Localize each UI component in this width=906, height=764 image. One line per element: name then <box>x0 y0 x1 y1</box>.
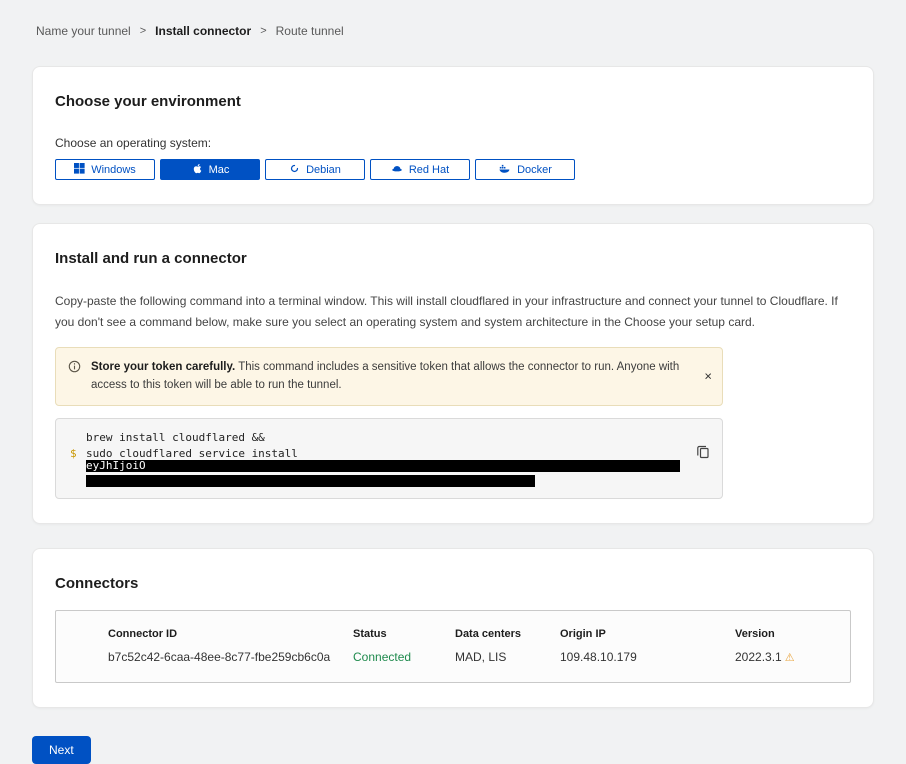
origin-ip-value: 109.48.10.179 <box>560 650 735 664</box>
header-status: Status <box>353 628 455 640</box>
redacted-token-bar: eyJhIjoiO <box>86 460 680 472</box>
connectors-title: Connectors <box>55 575 851 592</box>
redhat-icon <box>391 163 403 177</box>
redacted-token-bar <box>86 475 535 487</box>
page: Name your tunnel > Install connector > R… <box>0 0 906 764</box>
breadcrumb-separator: > <box>140 25 146 37</box>
header-origin-ip: Origin IP <box>560 628 735 640</box>
os-button-redhat[interactable]: Red Hat <box>370 159 470 180</box>
os-select-label: Choose an operating system: <box>55 136 851 150</box>
token-prefix: eyJhIjoiO <box>86 460 146 472</box>
token-warning-text: Store your token carefully. This command… <box>91 358 688 395</box>
table-row: b7c52c42-6caa-48ee-8c77-fbe259cb6c0a Con… <box>108 650 830 664</box>
warning-icon: ⚠ <box>785 652 795 664</box>
apple-icon <box>191 162 203 178</box>
copy-icon[interactable] <box>696 445 710 462</box>
os-button-debian[interactable]: Debian <box>265 159 365 180</box>
terminal-command-block: brew install cloudflared && $ sudo cloudf… <box>55 418 723 499</box>
data-centers-value: MAD, LIS <box>455 650 560 664</box>
connectors-table-header: Connector ID Status Data centers Origin … <box>108 628 830 640</box>
info-icon <box>68 360 81 395</box>
close-icon[interactable]: × <box>704 370 712 383</box>
token-line-2 <box>70 474 682 487</box>
os-button-row: Windows Mac Debian Red Hat <box>55 159 851 180</box>
connector-id-value: b7c52c42-6caa-48ee-8c77-fbe259cb6c0a <box>108 650 353 664</box>
install-connector-title: Install and run a connector <box>55 250 851 267</box>
os-button-mac[interactable]: Mac <box>160 159 260 180</box>
windows-icon <box>74 163 85 177</box>
command-line-2-text: sudo cloudflared service install <box>86 447 298 460</box>
breadcrumb-step-route-tunnel[interactable]: Route tunnel <box>276 24 344 38</box>
os-button-label: Docker <box>517 164 552 176</box>
token-warning-bold: Store your token carefully. <box>91 361 235 373</box>
install-instructions-text: Copy-paste the following command into a … <box>55 291 851 333</box>
breadcrumb-separator: > <box>260 25 266 37</box>
header-connector-id: Connector ID <box>108 628 353 640</box>
version-value: 2022.3.1⚠ <box>735 650 830 664</box>
os-button-label: Mac <box>209 164 230 176</box>
os-button-docker[interactable]: Docker <box>475 159 575 180</box>
terminal-prompt: $ <box>70 446 82 462</box>
token-warning-banner: Store your token carefully. This command… <box>55 347 723 406</box>
breadcrumb: Name your tunnel > Install connector > R… <box>32 0 874 38</box>
breadcrumb-step-install-connector[interactable]: Install connector <box>155 24 251 38</box>
command-line-1: brew install cloudflared && <box>70 430 682 446</box>
os-button-label: Red Hat <box>409 164 449 176</box>
docker-icon <box>498 163 511 177</box>
token-line-1: eyJhIjoiO <box>70 462 682 474</box>
status-badge: Connected <box>353 650 455 664</box>
install-connector-card: Install and run a connector Copy-paste t… <box>32 223 874 524</box>
version-number: 2022.3.1 <box>735 650 782 664</box>
debian-icon <box>289 163 300 177</box>
os-button-label: Debian <box>306 164 341 176</box>
environment-card: Choose your environment Choose an operat… <box>32 66 874 205</box>
connectors-card: Connectors Connector ID Status Data cent… <box>32 548 874 708</box>
connectors-table: Connector ID Status Data centers Origin … <box>55 610 851 683</box>
header-version: Version <box>735 628 830 640</box>
breadcrumb-step-name-tunnel[interactable]: Name your tunnel <box>36 24 131 38</box>
os-button-windows[interactable]: Windows <box>55 159 155 180</box>
header-data-centers: Data centers <box>455 628 560 640</box>
os-button-label: Windows <box>91 164 136 176</box>
environment-card-title: Choose your environment <box>55 93 851 110</box>
